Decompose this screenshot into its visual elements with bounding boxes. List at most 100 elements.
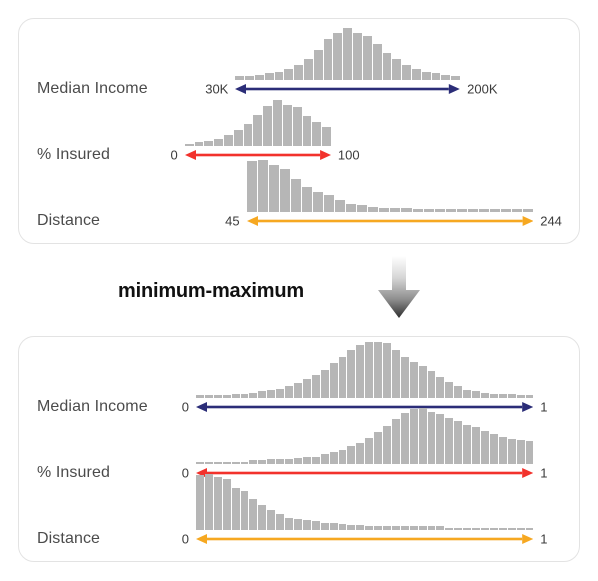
- histogram-bar: [525, 395, 534, 398]
- histogram-bar: [390, 208, 401, 212]
- histogram-bar: [258, 391, 267, 398]
- histogram-bar: [204, 141, 214, 146]
- histogram-bar: [507, 527, 516, 530]
- histogram-bar: [463, 527, 472, 530]
- histogram-bar: [263, 106, 273, 146]
- histogram-bar: [240, 394, 249, 398]
- histogram-bar: [338, 523, 347, 530]
- histogram-bar: [441, 74, 451, 80]
- histogram-bar: [356, 525, 365, 530]
- histogram-bar: [472, 391, 481, 398]
- histogram-bar: [409, 526, 418, 530]
- histogram: [196, 474, 534, 530]
- histogram-bar: [312, 121, 322, 146]
- histogram-bar: [427, 526, 436, 530]
- histogram-bar: [523, 209, 534, 212]
- histogram-bar: [302, 115, 312, 146]
- histogram-bar: [320, 454, 329, 464]
- histogram-bar: [362, 36, 372, 80]
- histogram-bar: [498, 527, 507, 530]
- histogram: [196, 342, 534, 398]
- histogram-bar: [436, 526, 445, 530]
- histogram-bar: [467, 209, 478, 212]
- row-label-insured: % Insured: [37, 464, 110, 481]
- axis-min-label: 0: [181, 465, 190, 481]
- histogram-bar: [249, 460, 258, 464]
- histogram-bar: [292, 107, 302, 146]
- histogram-bar: [501, 209, 512, 212]
- histogram-bar: [267, 390, 276, 398]
- axis-max-label: 200K: [467, 81, 498, 97]
- histogram-bar: [285, 517, 293, 530]
- histogram-bar: [391, 526, 400, 530]
- histogram-bar: [267, 510, 276, 530]
- histogram-bar: [240, 461, 249, 464]
- axis-min-label: 0: [181, 531, 190, 547]
- normalized-scale-panel: Median Income 0 1 % Insured 0 1 Distance 0 1: [18, 336, 580, 562]
- histogram-bar: [245, 75, 254, 80]
- histogram-bar: [302, 379, 311, 398]
- histogram-bar: [472, 527, 481, 530]
- axis-min-label: 0: [181, 399, 190, 415]
- histogram-bar: [276, 388, 285, 398]
- histogram-bar: [293, 458, 302, 464]
- histogram-bar: [285, 386, 293, 398]
- histogram-bar: [445, 527, 454, 530]
- histogram-bar: [445, 417, 454, 464]
- histogram-bar: [472, 427, 481, 464]
- histogram-bar: [436, 376, 445, 398]
- histogram-bar: [222, 478, 231, 530]
- histogram-bar: [454, 386, 463, 398]
- histogram-bar: [302, 520, 311, 530]
- histogram-bar: [304, 59, 313, 80]
- histogram-bar: [365, 342, 374, 398]
- range-arrow: [235, 82, 461, 96]
- histogram-bar: [456, 209, 467, 212]
- histogram-bar: [196, 475, 204, 530]
- histogram-bar: [338, 449, 347, 464]
- histogram-bar: [498, 394, 507, 398]
- histogram-bar: [525, 441, 534, 464]
- transform-block: minimum-maximum: [0, 252, 598, 328]
- histogram-bar: [243, 124, 253, 146]
- histogram-bar: [463, 424, 472, 464]
- histogram-bar: [454, 527, 463, 530]
- histogram-bar: [214, 138, 224, 146]
- axis-max-label: 1: [540, 531, 548, 547]
- histogram-bar: [434, 209, 445, 212]
- histogram-bar: [258, 460, 267, 464]
- histogram-bar: [423, 209, 434, 212]
- histogram-bar: [233, 130, 243, 146]
- row-label-insured: % Insured: [37, 146, 110, 163]
- histogram-bar: [320, 522, 329, 530]
- histogram: [196, 408, 534, 464]
- histogram-bar: [276, 459, 285, 464]
- histogram-bar: [382, 52, 392, 80]
- histogram-bar: [347, 350, 356, 398]
- histogram-bar: [184, 143, 194, 146]
- histogram-bar: [357, 205, 368, 212]
- histogram-bar: [525, 527, 534, 530]
- histogram-bar: [489, 209, 501, 212]
- histogram-bar: [418, 366, 427, 398]
- histogram-bar: [353, 33, 362, 80]
- histogram-bar: [311, 521, 320, 530]
- histogram-bar: [264, 73, 274, 80]
- histogram-bar: [293, 383, 302, 398]
- histogram-bar: [204, 461, 213, 464]
- histogram-bar: [335, 200, 346, 212]
- histogram-bar: [204, 395, 213, 398]
- histogram-bar: [418, 408, 427, 464]
- histogram-bar: [338, 356, 347, 398]
- histogram-bar: [213, 461, 222, 464]
- histogram-bar: [454, 421, 463, 464]
- histogram-bar: [445, 209, 456, 212]
- histogram-bar: [409, 409, 418, 464]
- histogram-bar: [356, 442, 365, 464]
- histogram-bar: [427, 371, 436, 398]
- histogram-bar: [379, 208, 390, 212]
- histogram-bar: [329, 363, 338, 398]
- histogram-bar: [274, 71, 284, 80]
- histogram-bar: [323, 38, 333, 80]
- histogram-bar: [392, 59, 402, 80]
